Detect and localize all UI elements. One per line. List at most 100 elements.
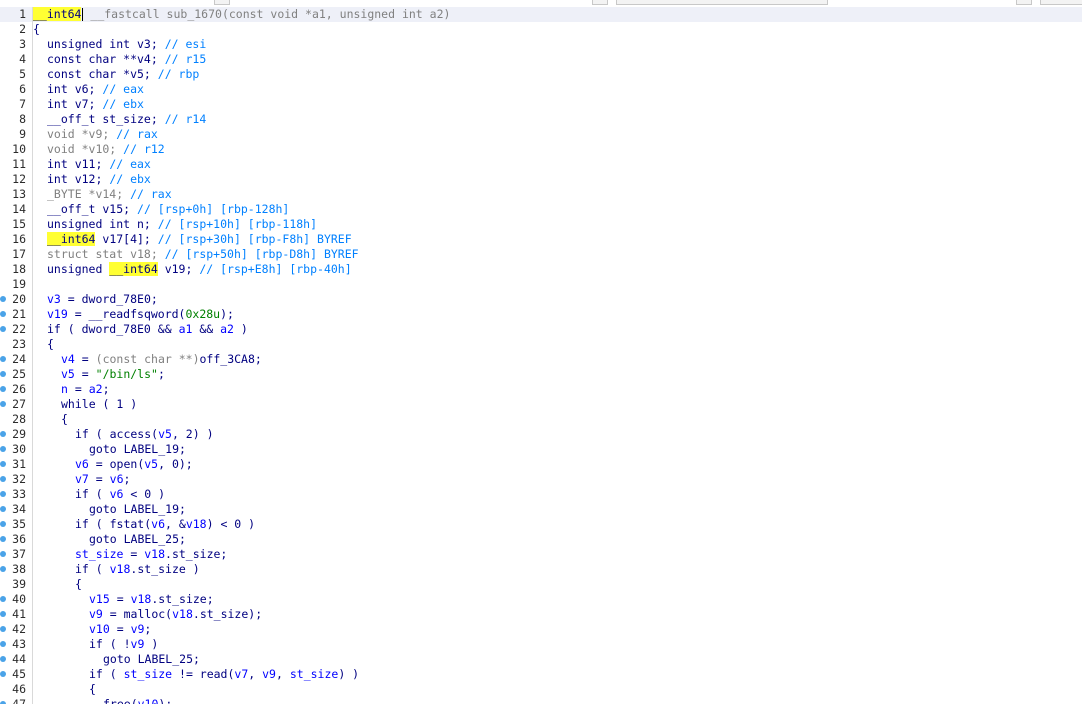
pseudocode-view[interactable]: 1 __int64 __fastcall sub_1670(const void … [0,7,1082,704]
code-token: v3 [47,292,61,306]
line-number: 41 [12,607,26,621]
code-line[interactable]: 24 v4 = (const char **)off_3CA8; [0,352,1082,367]
code-line[interactable]: 21 v19 = __readfsqword(0x28u); [0,307,1082,322]
line-number: 40 [12,592,26,606]
code-line[interactable]: 14 __off_t v15; // [rsp+0h] [rbp-128h] [0,202,1082,217]
code-text: int v12; // ebx [33,172,151,187]
code-line[interactable]: 39 { [0,577,1082,592]
code-text: if ( !v9 ) [33,637,158,652]
code-token: // eax [102,82,144,96]
code-line[interactable]: 23 { [0,337,1082,352]
code-text: _BYTE *v14; // rax [33,187,172,202]
code-token: v18 [130,592,152,606]
code-line[interactable]: 32 v7 = v6; [0,472,1082,487]
code-text: unsigned int v3; // esi [33,37,206,52]
code-text: int v11; // eax [33,157,151,172]
code-text: if ( v18.st_size ) [33,562,200,577]
code-token: unsigned int v3; [47,37,165,51]
code-token: v5 [158,427,172,441]
code-text: { [33,22,40,37]
code-line[interactable]: 35 if ( fstat(v6, &v18) < 0 ) [0,517,1082,532]
code-token: && [192,322,221,336]
code-line[interactable]: 42 v10 = v9; [0,622,1082,637]
code-line[interactable]: 45 if ( st_size != read(v7, v9, st_size) … [0,667,1082,682]
code-line[interactable]: 33 if ( v6 < 0 ) [0,487,1082,502]
code-line[interactable]: 22 if ( dword_78E0 && a1 && a2 ) [0,322,1082,337]
code-line[interactable]: 30 goto LABEL_19; [0,442,1082,457]
code-line[interactable]: 37 st_size = v18.st_size; [0,547,1082,562]
code-token: , [248,667,263,681]
code-line[interactable]: 31 v6 = open(v5, 0); [0,457,1082,472]
line-number: 36 [12,532,26,546]
code-token: ) ) [338,667,360,681]
code-text: v4 = (const char **)off_3CA8; [33,352,262,367]
code-line[interactable]: 8 __off_t st_size; // r14 [0,112,1082,127]
code-token: v9 [130,637,145,651]
code-line[interactable]: 18 unsigned __int64 v19; // [rsp+E8h] [rb… [0,262,1082,277]
code-line[interactable]: 25 v5 = "/bin/ls"; [0,367,1082,382]
tab-stub[interactable] [214,0,230,5]
code-token: // [rsp+30h] [rbp-F8h] BYREF [157,232,352,246]
code-token: ); [158,697,173,704]
code-line[interactable]: 4 const char **v4; // r15 [0,52,1082,67]
code-line[interactable]: 7 int v7; // ebx [0,97,1082,112]
line-number: 15 [12,217,26,231]
code-token: const char **v4; [47,52,165,66]
code-line[interactable]: 26 n = a2; [0,382,1082,397]
code-line[interactable]: 27 while ( 1 ) [0,397,1082,412]
code-token: a2 [88,382,103,396]
code-line[interactable]: 41 v9 = malloc(v18.st_size); [0,607,1082,622]
code-line[interactable]: 20 v3 = dword_78E0; [0,292,1082,307]
code-line[interactable]: 19 [0,277,1082,292]
code-line[interactable]: 47 free(v10); [0,697,1082,704]
code-line[interactable]: 11 int v11; // eax [0,157,1082,172]
tab-stub[interactable] [1016,0,1032,5]
code-text: free(v10); [33,697,172,704]
code-line[interactable]: 2{ [0,22,1082,37]
code-line[interactable]: 28 { [0,412,1082,427]
code-line[interactable]: 10 void *v10; // r12 [0,142,1082,157]
tab-stub[interactable] [616,0,828,5]
code-token: , [275,667,290,681]
code-line[interactable]: 1 __int64 __fastcall sub_1670(const void … [0,7,1082,22]
tab-stub[interactable] [1040,0,1082,5]
code-line[interactable]: 12 int v12; // ebx [0,172,1082,187]
tab-stub[interactable] [592,0,608,5]
code-token: .st_size; [151,592,214,606]
code-line[interactable]: 40 v15 = v18.st_size; [0,592,1082,607]
code-line[interactable]: 17 struct stat v18; // [rsp+50h] [rbp-D8h… [0,247,1082,262]
code-token: __fastcall sub_1670(const void *a1, unsi… [83,7,451,21]
code-line[interactable]: 44 goto LABEL_25; [0,652,1082,667]
code-line[interactable]: 29 if ( access(v5, 2) ) [0,427,1082,442]
code-line[interactable]: 3 unsigned int v3; // esi [0,37,1082,52]
code-token: // esi [164,37,207,51]
code-token: v5 [144,457,159,471]
code-text: while ( 1 ) [33,397,137,412]
code-line[interactable]: 9 void *v9; // rax [0,127,1082,142]
code-line[interactable]: 15 unsigned int n; // [rsp+10h] [rbp-118h… [0,217,1082,232]
code-text: { [33,577,82,592]
code-line[interactable]: 36 goto LABEL_25; [0,532,1082,547]
code-line[interactable]: 46 { [0,682,1082,697]
code-line[interactable]: 6 int v6; // eax [0,82,1082,97]
code-token: v7 [234,667,249,681]
code-line[interactable]: 43 if ( !v9 ) [0,637,1082,652]
code-line[interactable]: 13 _BYTE *v14; // rax [0,187,1082,202]
code-line[interactable]: 16 __int64 v17[4]; // [rsp+30h] [rbp-F8h]… [0,232,1082,247]
line-number: 28 [12,412,26,426]
line-number: 35 [12,517,26,531]
code-text: struct stat v18; // [rsp+50h] [rbp-D8h] … [33,247,359,262]
code-line[interactable]: 5 const char *v5; // rbp [0,67,1082,82]
code-token: ); [220,307,234,321]
line-number: 20 [12,292,26,306]
line-number: 45 [12,667,26,681]
code-token: = [74,352,96,366]
code-line[interactable]: 38 if ( v18.st_size ) [0,562,1082,577]
line-number: 4 [19,52,26,66]
line-number: 39 [12,577,26,591]
code-token: = malloc( [102,607,173,621]
code-line[interactable]: 34 goto LABEL_19; [0,502,1082,517]
code-token: // r15 [164,52,207,66]
code-text: v6 = open(v5, 0); [33,457,193,472]
code-token: ; [144,622,152,636]
